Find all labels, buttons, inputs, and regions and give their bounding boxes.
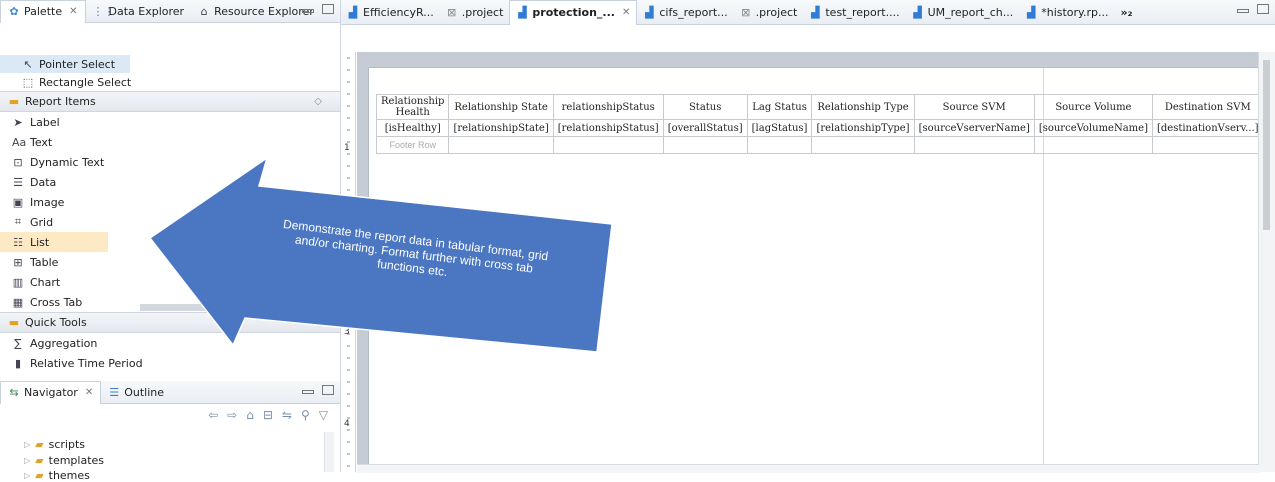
callout-arrow-layer	[148, 156, 613, 353]
